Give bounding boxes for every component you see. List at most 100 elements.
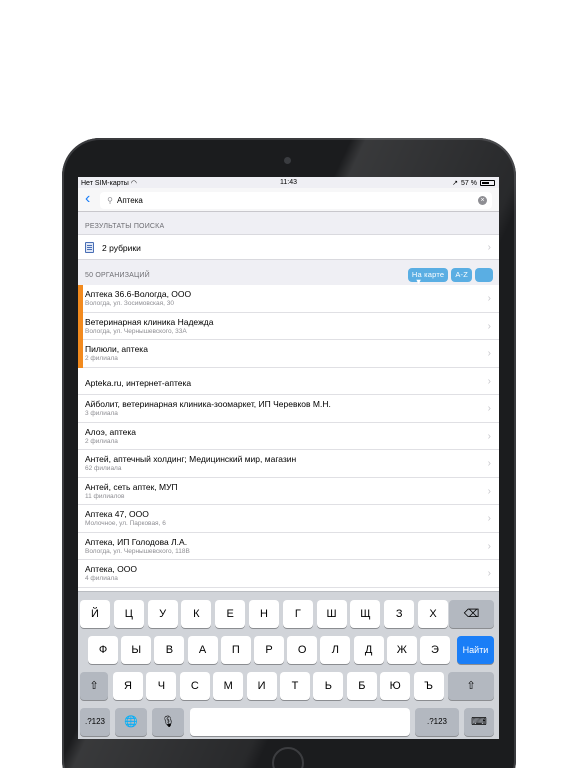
dictation-key[interactable]: 🎙 [152,708,184,736]
app-screen: Нет SIM-карты ◠ 11:43 ↗ 57 % ‹ ⚲ × РЕЗУЛ… [78,177,499,739]
hide-keyboard-key[interactable]: ⌨ [464,708,494,736]
camera [284,157,291,164]
letter-key[interactable]: Ю [380,672,411,700]
letter-key[interactable]: Ц [113,600,144,628]
letter-key[interactable]: Я [113,672,143,700]
numbers-key-left[interactable]: .?123 [80,708,110,736]
letter-key[interactable]: Ч [146,672,177,700]
organization-subtitle: 2 филиала [85,437,118,445]
letter-key[interactable]: Й [80,600,110,628]
status-right: ↗ 57 % [452,179,495,187]
backspace-key[interactable]: ⌫ [449,600,494,628]
letter-key[interactable]: Ы [121,636,152,664]
letter-key[interactable]: Ф [88,636,118,664]
document-icon [85,242,94,253]
organizations-section-header: 50 ОРГАНИЗАЦИЙ На карте A-Z ▼ [78,265,499,286]
letter-key[interactable]: П [220,636,251,664]
chevron-right-icon: › [487,403,491,414]
search-bar: ‹ ⚲ × [78,188,499,212]
letter-key[interactable]: Ш [316,600,347,628]
chevron-right-icon: › [487,540,491,552]
search-go-key[interactable]: Найти [457,636,494,664]
battery-fill [482,182,490,184]
organization-row[interactable]: Антей, сеть аптек, МУП 11 филиалов › [78,478,499,505]
letter-key[interactable]: З [384,600,415,628]
organization-row[interactable]: Пилюли, аптека 2 филиала › [78,340,499,368]
microphone-icon: 🎙 [161,716,175,728]
back-chevron-icon[interactable]: ‹ [85,191,97,207]
letter-key[interactable]: А [187,636,218,664]
chevron-right-icon: › [487,320,491,332]
numbers-key-right[interactable]: .?123 [415,708,459,736]
letter-key[interactable]: Р [254,636,284,664]
keyboard-row-3: ⇧ ⇧ ЯЧСМИТЬБЮЪ [78,672,499,700]
organization-row[interactable]: Apteka.ru, интернет-аптека › [78,368,499,395]
backspace-icon: ⌫ [463,608,480,620]
globe-key[interactable]: 🌐 [115,708,147,736]
organization-title: Аптека 47, ООО [85,509,149,519]
organization-subtitle: 62 филиала [85,465,122,472]
letter-key[interactable]: Ж [386,636,417,664]
chevron-right-icon: › [487,485,491,497]
letter-key[interactable]: Л [320,636,351,664]
organization-row[interactable]: Ветеринарная клиника Надежда Вологда, ул.… [78,312,499,340]
letter-key[interactable]: М [213,672,244,700]
letter-key[interactable]: С [179,672,210,700]
organization-row[interactable]: Айболит, ветеринарная клиника-зоомаркет,… [78,395,499,423]
organizations-list: Аптека 36.6-Вологда, ООО Вологда, ул. Зос… [78,285,499,591]
organization-row[interactable]: Алоэ, аптека 2 филиала › [78,423,499,450]
letter-key[interactable]: Х [418,600,448,628]
organization-title: Аптека 36.6-Вологда, ООО [85,289,192,299]
keyboard: ⌫ ЙЦУКЕНГШЩЗХ Найти ФЫВАПРОЛДЖЭ ⇧ ⇧ ЯЧСМ… [78,591,499,739]
organization-row[interactable]: Аптека 47, ООО Молочное, ул. Парковая, 6 › [78,505,499,533]
chevron-right-icon: › [487,458,491,469]
battery-icon [480,180,495,186]
rubrics-row[interactable]: 2 рубрики › [78,234,499,260]
letter-key[interactable]: Ъ [413,672,444,700]
letter-key[interactable]: Ь [313,672,344,700]
organization-row[interactable]: Аптека, ООО 4 филиала › [78,560,499,588]
space-key[interactable] [190,708,410,736]
shift-key-left[interactable]: ⇧ [80,672,108,700]
letter-key[interactable]: В [154,636,185,664]
letter-key[interactable]: Г [282,600,313,628]
organization-row[interactable]: Аптека, ИП Голодова Л.А. Вологда, ул. Чер… [78,533,499,560]
organization-row[interactable]: Антей, аптечный холдинг; Медицинский мир… [78,450,499,478]
organization-title: Apteka.ru, интернет-аптека [85,377,192,388]
shift-icon: ⇧ [89,680,99,692]
organization-title: Пилюли, аптека [85,344,148,354]
location-arrow-icon: ↗ [452,180,459,187]
letter-key[interactable]: Н [249,600,279,628]
organization-row[interactable]: Аптека 36.6-Вологда, ООО Вологда, ул. Зос… [78,285,499,313]
letter-key[interactable]: К [181,600,212,628]
organization-subtitle: 4 филиала [85,575,118,582]
organization-subtitle: 11 филиалов [85,492,125,500]
letter-key[interactable]: Щ [350,600,381,628]
organization-subtitle: Вологда, ул. Зосимовская, 30 [85,300,174,307]
status-time: 11:43 [280,179,297,186]
letter-key[interactable]: И [246,672,277,700]
letter-key[interactable]: У [147,600,178,628]
chevron-right-icon: › [487,375,491,387]
letter-key[interactable]: Д [353,636,384,664]
organization-subtitle: 3 филиала [85,410,118,417]
battery-percent: 57 % [461,179,477,187]
clear-search-icon[interactable]: × [478,196,487,205]
search-input[interactable] [117,193,457,208]
letter-key[interactable]: Э [420,636,450,664]
organization-subtitle: 2 филиала [85,355,118,362]
filter-button[interactable]: ▼ [415,268,493,286]
letter-key[interactable]: О [287,636,318,664]
shift-icon: ⇧ [466,680,476,692]
chevron-right-icon: › [487,242,491,253]
sort-az-button[interactable]: A-Z [451,268,472,282]
shift-key-right[interactable]: ⇧ [448,672,494,700]
organization-title: Аптека, ИП Голодова Л.А. [85,536,188,547]
chevron-right-icon: › [487,430,491,442]
letter-key[interactable]: Б [346,672,377,700]
letter-key[interactable]: Е [215,600,246,628]
results-header-label: РЕЗУЛЬТАТЫ ПОИСКА [85,223,165,230]
search-field[interactable]: ⚲ × [100,192,492,209]
letter-key[interactable]: Т [280,672,310,700]
organizations-count: 50 ОРГАНИЗАЦИЙ [85,272,150,279]
